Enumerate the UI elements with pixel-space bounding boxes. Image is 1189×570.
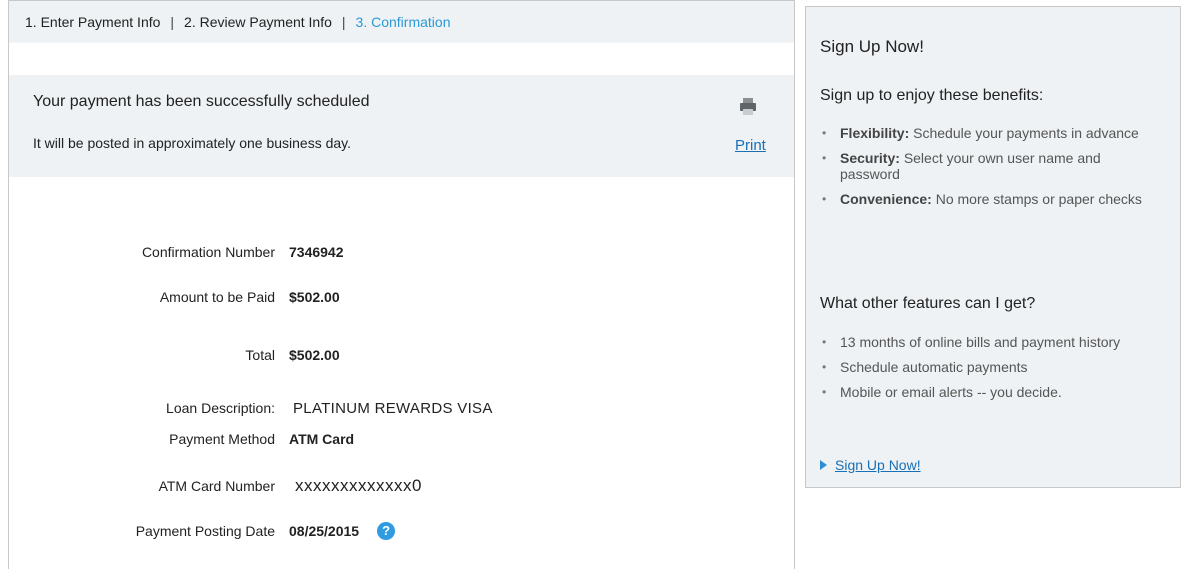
- amount-row: Amount to be Paid $502.00: [9, 285, 794, 309]
- loan-description-row: Loan Description: PLATINUM REWARDS VISA: [9, 396, 794, 420]
- signup-sidebar: Sign Up Now! Sign up to enjoy these bene…: [805, 6, 1181, 488]
- step-confirmation: 3. Confirmation: [355, 13, 451, 30]
- benefits-list: Flexibility: Schedule your payments in a…: [820, 125, 1160, 216]
- feature-item: Mobile or email alerts -- you decide.: [820, 384, 1160, 400]
- total-row: Total $502.00: [9, 343, 794, 367]
- step-enter-payment-info: 1. Enter Payment Info: [25, 13, 161, 30]
- success-headline: Your payment has been successfully sched…: [33, 93, 370, 110]
- posting-date-label: Payment Posting Date: [135, 523, 275, 539]
- card-number-value: xxxxxxxxxxxxx0: [295, 476, 422, 495]
- loan-description-value: PLATINUM REWARDS VISA: [293, 399, 493, 417]
- loan-description-label: Loan Description:: [166, 400, 275, 416]
- posting-date-value: 08/25/2015: [289, 523, 360, 539]
- confirmation-number-row: Confirmation Number 7346942: [9, 240, 794, 264]
- card-number-row: ATM Card Number xxxxxxxxxxxxx0: [9, 474, 794, 498]
- benefits-heading: Sign up to enjoy these benefits:: [820, 87, 1044, 104]
- payment-method-label: Payment Method: [169, 431, 275, 447]
- features-list: 13 months of online bills and payment hi…: [820, 334, 1160, 409]
- progress-steps: 1. Enter Payment Info | 2. Review Paymen…: [9, 1, 794, 43]
- benefit-item: Flexibility: Schedule your payments in a…: [820, 125, 1160, 141]
- total-value: $502.00: [289, 347, 340, 363]
- posting-note: It will be posted in approximately one b…: [33, 135, 352, 151]
- benefit-item: Security: Select your own user name and …: [820, 150, 1160, 182]
- card-number-label: ATM Card Number: [158, 478, 275, 494]
- step-separator: |: [170, 13, 175, 30]
- features-heading: What other features can I get?: [820, 295, 1036, 312]
- confirmation-number-value: 7346942: [289, 244, 344, 260]
- amount-label: Amount to be Paid: [159, 289, 275, 305]
- signup-link-label: Sign Up Now!: [835, 457, 921, 473]
- confirmation-number-label: Confirmation Number: [141, 244, 275, 260]
- payment-method-value: ATM Card: [289, 431, 355, 447]
- step-review-payment-info: 2. Review Payment Info: [184, 13, 332, 30]
- success-notice: Your payment has been successfully sched…: [9, 75, 794, 177]
- total-label: Total: [245, 347, 275, 363]
- payment-confirmation-panel: 1. Enter Payment Info | 2. Review Paymen…: [8, 0, 795, 569]
- benefit-item: Convenience: No more stamps or paper che…: [820, 191, 1160, 207]
- step-separator: |: [341, 13, 346, 30]
- sidebar-title: Sign Up Now!: [820, 37, 924, 56]
- payment-method-row: Payment Method ATM Card: [9, 427, 794, 451]
- posting-date-row: Payment Posting Date 08/25/2015 ?: [9, 519, 794, 543]
- amount-value: $502.00: [289, 289, 340, 305]
- print-link[interactable]: Print: [735, 137, 766, 154]
- signup-now-link[interactable]: Sign Up Now!: [820, 457, 921, 473]
- triangle-right-icon: [820, 460, 827, 470]
- feature-item: Schedule automatic payments: [820, 359, 1160, 375]
- help-icon[interactable]: ?: [377, 522, 396, 540]
- printer-icon[interactable]: [739, 97, 757, 117]
- feature-item: 13 months of online bills and payment hi…: [820, 334, 1160, 350]
